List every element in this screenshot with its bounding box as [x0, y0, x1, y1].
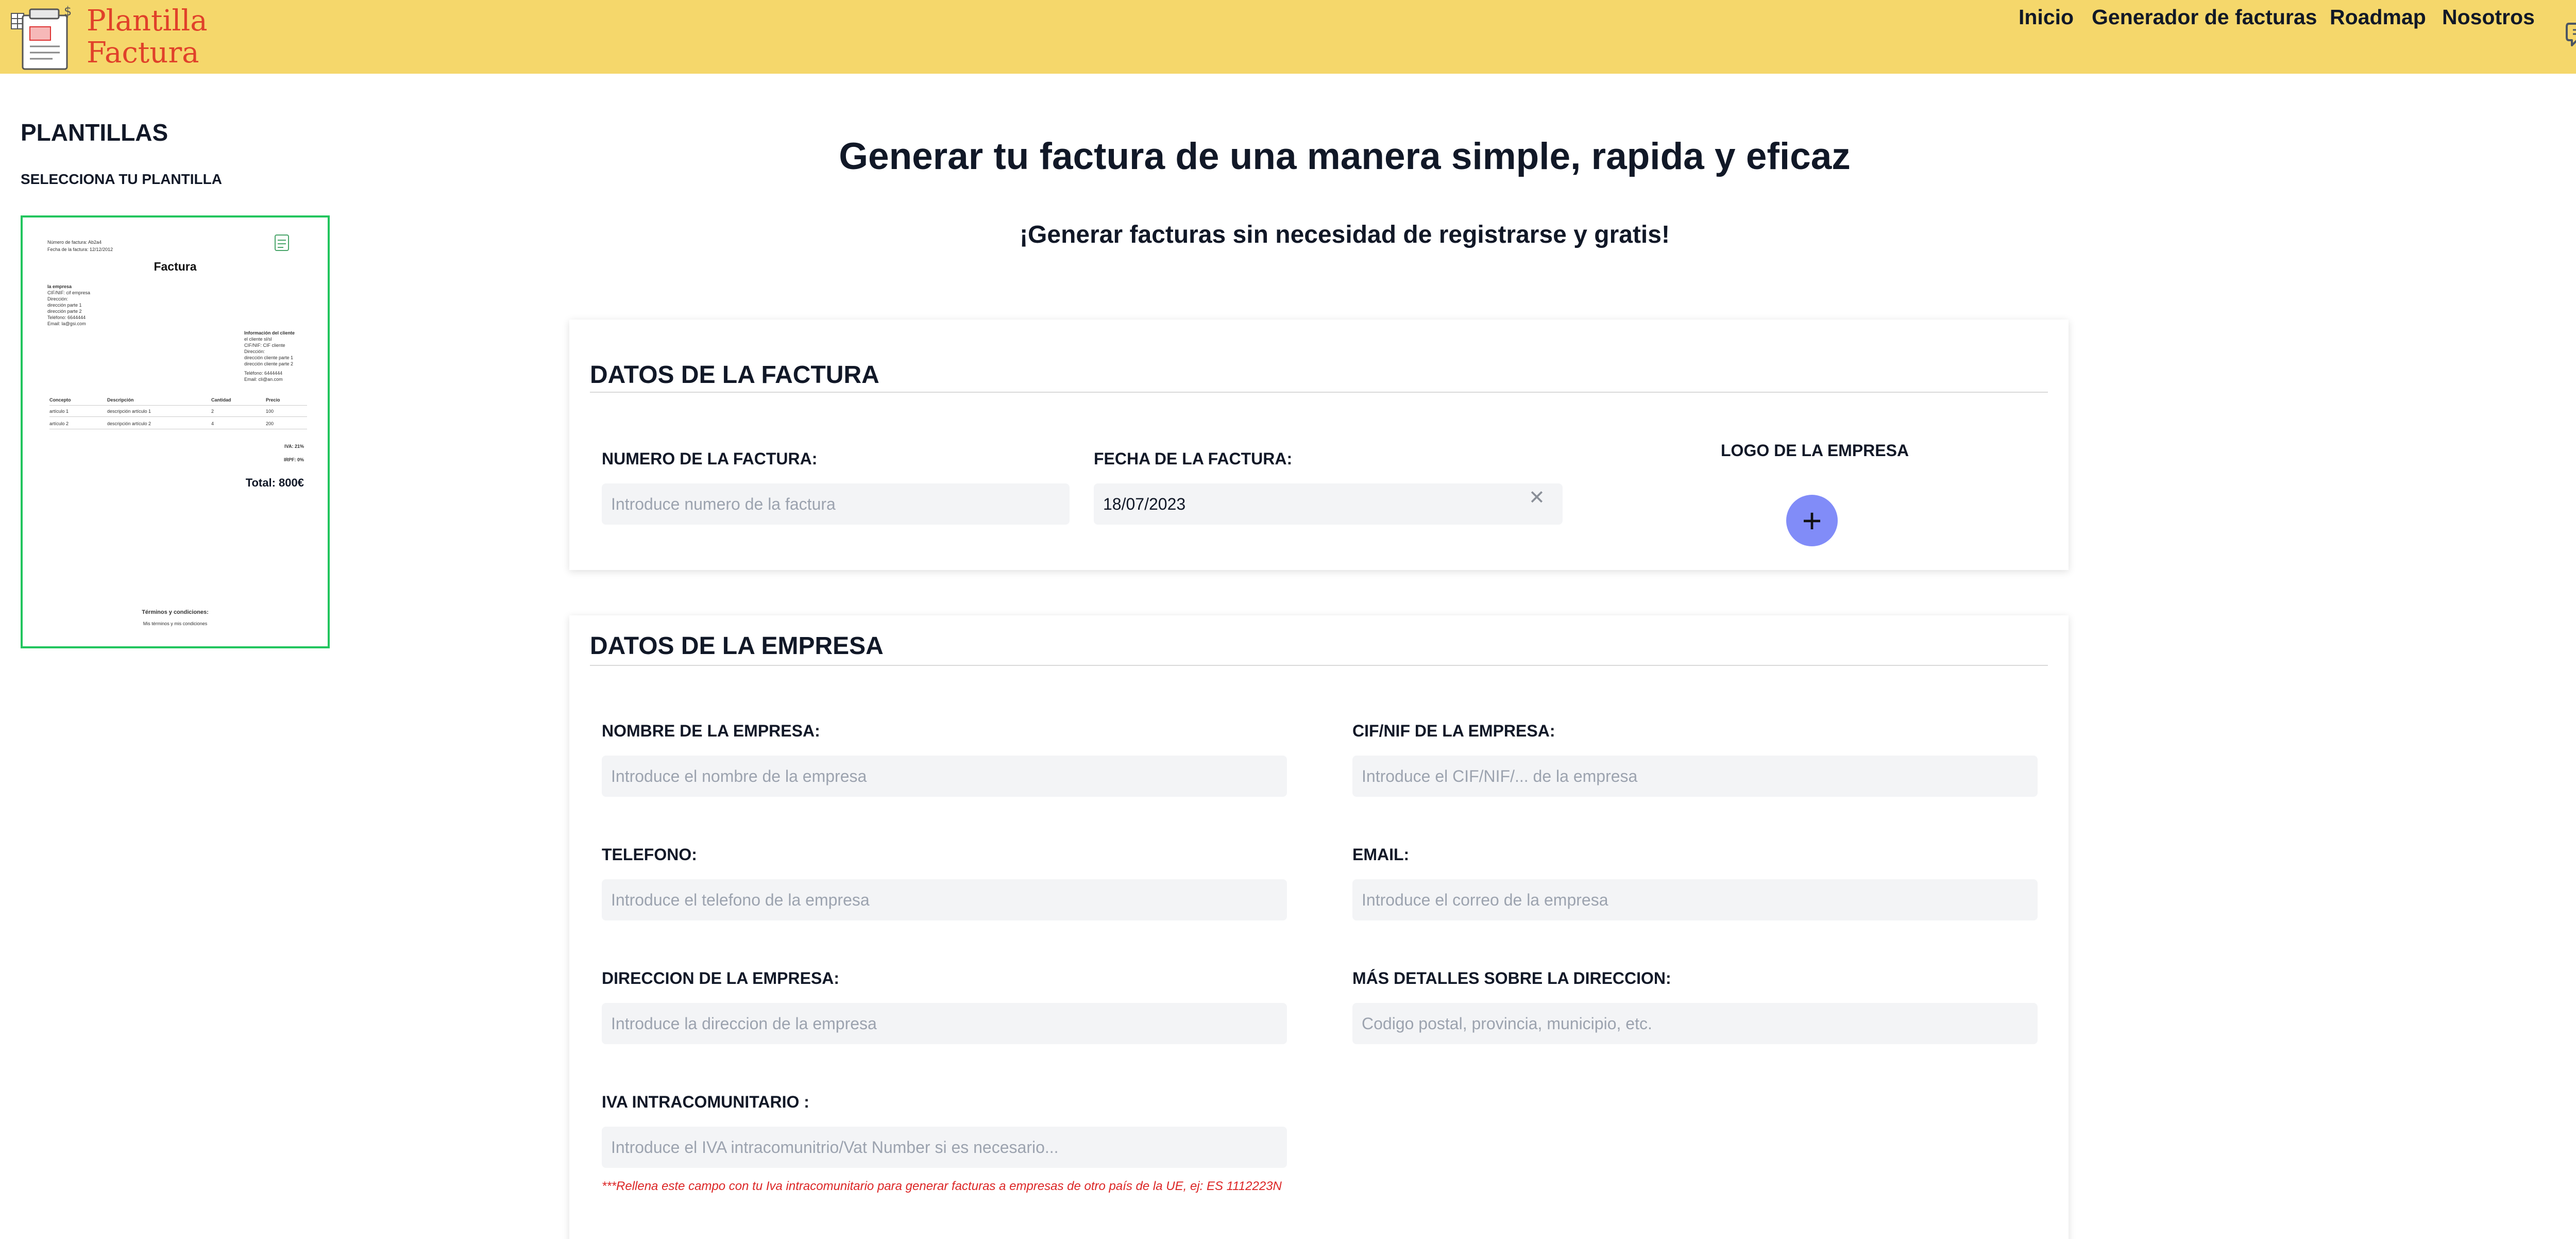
company-name-label: NOMBRE DE LA EMPRESA: — [602, 722, 820, 740]
template-preview-card[interactable]: Número de factura: Ab2a4 Fecha de la fac… — [21, 215, 330, 648]
preview-client-line: Dirección: — [244, 349, 265, 354]
close-icon[interactable]: ✕ — [1529, 488, 1545, 508]
chat-bubbles-icon[interactable] — [2566, 21, 2576, 52]
preview-col-header: Cantidad — [211, 397, 231, 403]
phone-input[interactable] — [602, 879, 1287, 920]
vat-label: IVA INTRACOMUNITARIO : — [602, 1093, 809, 1111]
preview-client-line: CIF/NIF: CIF cliente — [244, 343, 285, 348]
section-divider — [590, 392, 2048, 393]
preview-client-line: Email: cli@an.com — [244, 377, 283, 382]
preview-col-header: Concepto — [49, 397, 71, 403]
invoice-number-label: NUMERO DE LA FACTURA: — [602, 449, 818, 468]
preview-logo-icon — [275, 235, 289, 251]
top-header: $ Plantilla Factura Inicio Generador de … — [0, 0, 2576, 74]
preview-iva: IVA: 21% — [284, 444, 304, 449]
invoice-number-input[interactable] — [602, 483, 1070, 525]
preview-company-line: Dirección: — [47, 296, 69, 302]
preview-company-line: CIF/NIF: cif empresa — [47, 290, 91, 295]
email-label: EMAIL: — [1352, 845, 1410, 864]
preview-terms-text: Mis términos y mis condiciones — [143, 621, 208, 626]
email-input[interactable] — [1352, 879, 2038, 920]
preview-total: Total: 800€ — [245, 476, 304, 489]
address-label: DIRECCION DE LA EMPRESA: — [602, 969, 840, 987]
preview-company-line: Email: la@gsi.com — [47, 321, 86, 326]
preview-cell: artículo 2 — [49, 421, 69, 426]
brand-name: Plantilla Factura — [87, 5, 208, 69]
phone-label: TELEFONO: — [602, 845, 697, 864]
nav-nosotros[interactable]: Nosotros — [2442, 0, 2535, 34]
nav-generador-facturas[interactable]: Generador de facturas — [2092, 0, 2317, 34]
invoice-data-card: DATOS DE LA FACTURA NUMERO DE LA FACTURA… — [569, 320, 2069, 570]
preview-title: Factura — [154, 260, 197, 273]
preview-cell: descripción artículo 2 — [107, 421, 151, 426]
invoice-logo-icon: $ — [11, 4, 72, 70]
preview-client-line: dirección cliente parte 1 — [244, 355, 294, 360]
brand-logo-link[interactable]: $ Plantilla Factura — [9, 3, 208, 71]
vat-input[interactable] — [602, 1127, 1287, 1168]
section-divider — [590, 665, 2048, 666]
brand-line-2: Factura — [87, 36, 199, 70]
preview-company-line: dirección parte 2 — [47, 309, 82, 314]
preview-cell: 4 — [211, 421, 214, 426]
preview-cell: artículo 1 — [49, 409, 69, 414]
preview-company-line: Teléfono: 6644444 — [47, 315, 86, 320]
preview-invoice-date: Fecha de la factura: 12/12/2012 — [47, 247, 113, 252]
vat-help-note: ***Rellena este campo con tu Iva intraco… — [602, 1179, 1282, 1193]
preview-client-line: Información del cliente — [244, 330, 295, 336]
nav-roadmap[interactable]: Roadmap — [2330, 0, 2426, 34]
address-details-input[interactable] — [1352, 1003, 2038, 1044]
preview-divider — [49, 405, 307, 406]
invoice-date-label: FECHA DE LA FACTURA: — [1094, 449, 1293, 468]
preview-cell: descripción artículo 1 — [107, 409, 151, 414]
preview-col-header: Precio — [266, 397, 280, 403]
preview-cell: 100 — [266, 409, 274, 414]
preview-company-line: la empresa — [47, 284, 72, 289]
company-logo-label: LOGO DE LA EMPRESA — [1721, 441, 1909, 460]
preview-divider — [49, 416, 307, 417]
preview-client-line: el cliente sl/sl — [244, 337, 272, 342]
address-details-label: MÁS DETALLES SOBRE LA DIRECCION: — [1352, 969, 1671, 987]
svg-text:$: $ — [64, 4, 72, 19]
plus-icon: + — [1802, 501, 1822, 540]
preview-terms-title: Términos y condiciones: — [142, 609, 209, 615]
address-input[interactable] — [602, 1003, 1287, 1044]
company-cif-input[interactable] — [1352, 756, 2038, 797]
select-template-label: SELECCIONA TU PLANTILLA — [21, 171, 222, 187]
nav-inicio[interactable]: Inicio — [2019, 0, 2074, 34]
templates-heading: PLANTILLAS — [21, 119, 168, 146]
preview-cell: 2 — [211, 409, 214, 414]
company-section-title: DATOS DE LA EMPRESA — [590, 632, 884, 660]
preview-invoice-number: Número de factura: Ab2a4 — [47, 240, 102, 245]
preview-client-line: Teléfono: 6444444 — [244, 371, 283, 376]
company-cif-label: CIF/NIF DE LA EMPRESA: — [1352, 722, 1555, 740]
page-title: Generar tu factura de una manera simple,… — [839, 136, 1851, 177]
page-subtitle: ¡Generar facturas sin necesidad de regis… — [1020, 221, 1670, 248]
invoice-date-input[interactable] — [1094, 483, 1563, 525]
preview-cell: 200 — [266, 421, 274, 426]
brand-line-1: Plantilla — [87, 4, 208, 38]
preview-client-line: dirección cliente parte 2 — [244, 361, 294, 366]
preview-company-line: dirección parte 1 — [47, 303, 82, 308]
add-logo-button[interactable]: + — [1786, 495, 1838, 546]
preview-col-header: Descripción — [107, 397, 134, 403]
company-data-card: DATOS DE LA EMPRESA NOMBRE DE LA EMPRESA… — [569, 615, 2069, 1239]
invoice-section-title: DATOS DE LA FACTURA — [590, 361, 879, 389]
company-name-input[interactable] — [602, 756, 1287, 797]
preview-irpf: IRPF: 0% — [283, 457, 304, 462]
